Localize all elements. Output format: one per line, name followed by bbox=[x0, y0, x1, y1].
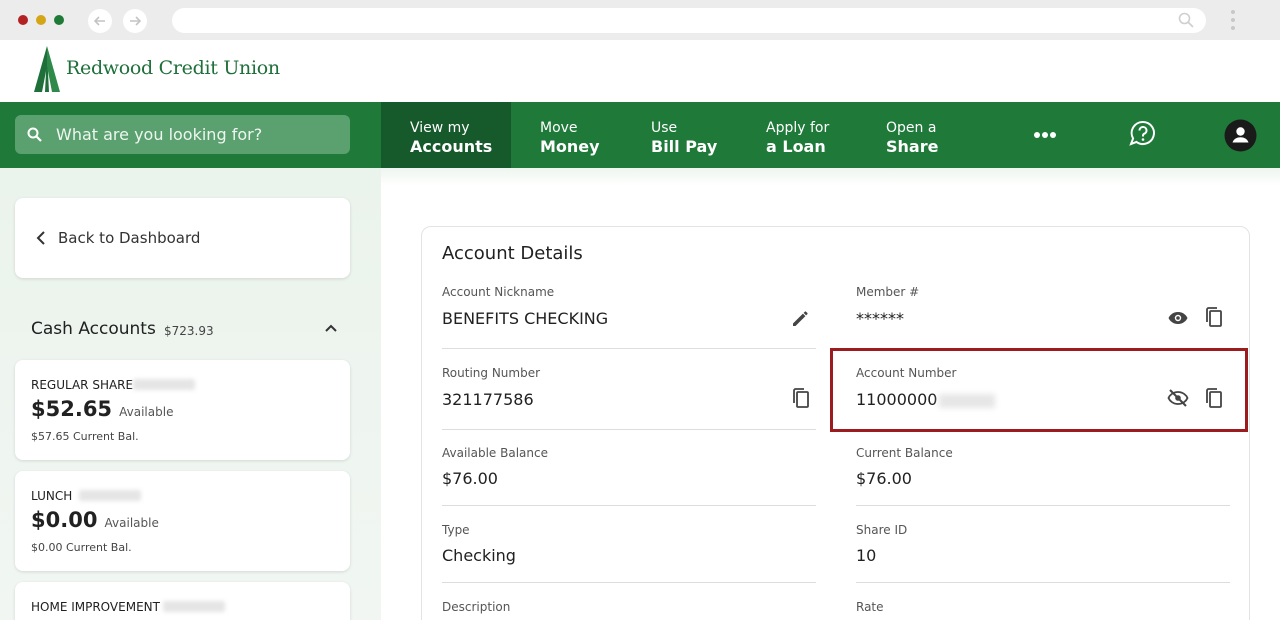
back-to-dashboard-button[interactable]: Back to Dashboard bbox=[15, 198, 350, 278]
account-name: HOME IMPROVEMENT bbox=[31, 600, 160, 614]
top-shadow bbox=[381, 168, 1280, 186]
chevron-left-icon bbox=[36, 231, 45, 245]
browser-back-button[interactable] bbox=[88, 9, 112, 33]
account-name: REGULAR SHARE bbox=[31, 378, 134, 392]
current-balance: $57.65 Current Bal. bbox=[31, 430, 139, 443]
window-close-button[interactable] bbox=[18, 15, 28, 25]
type-label: Type bbox=[442, 523, 470, 537]
edit-pencil-icon[interactable] bbox=[790, 307, 812, 329]
divider bbox=[442, 348, 816, 349]
nav-open-share-line1: Open a bbox=[886, 120, 937, 136]
available-balance: $52.65 Available bbox=[31, 397, 173, 421]
search-icon bbox=[27, 127, 42, 142]
divider bbox=[442, 505, 816, 506]
account-card-home-improvement[interactable]: HOME IMPROVEMENT bbox=[15, 582, 350, 620]
more-icon[interactable] bbox=[1034, 131, 1056, 139]
nav-apply-loan-line2: a Loan bbox=[766, 137, 826, 156]
chevron-up-icon[interactable] bbox=[324, 323, 338, 333]
profile-icon[interactable] bbox=[1224, 119, 1257, 152]
type-value: Checking bbox=[442, 546, 516, 565]
masked-account-number bbox=[79, 490, 141, 501]
copy-icon[interactable] bbox=[1203, 306, 1225, 328]
account-nickname-value: BENEFITS CHECKING bbox=[442, 309, 609, 328]
description-label: Description bbox=[442, 600, 511, 614]
account-number-highlight bbox=[830, 348, 1248, 432]
divider bbox=[442, 429, 816, 430]
nav-move-money-line1: Move bbox=[540, 120, 578, 136]
browser-forward-button[interactable] bbox=[123, 9, 147, 33]
nav-view-accounts-line2: Accounts bbox=[410, 137, 493, 156]
search-input[interactable] bbox=[56, 115, 341, 154]
nav-open-share[interactable]: Open a Share bbox=[886, 102, 938, 168]
account-details-title: Account Details bbox=[442, 243, 583, 264]
member-number-value: ****** bbox=[856, 309, 904, 328]
copy-icon[interactable] bbox=[790, 387, 812, 409]
divider bbox=[442, 582, 816, 583]
account-card-lunch[interactable]: LUNCH $0.00 Available $0.00 Current Bal. bbox=[15, 471, 350, 571]
main-nav: View my Accounts Move Money Use Bill Pay… bbox=[0, 102, 1280, 168]
available-amount: $0.00 bbox=[31, 508, 98, 532]
available-label: Available bbox=[104, 516, 159, 530]
routing-number-label: Routing Number bbox=[442, 366, 541, 380]
help-chat-icon[interactable] bbox=[1129, 120, 1157, 148]
nav-move-money-line2: Money bbox=[540, 137, 600, 156]
site-search[interactable] bbox=[15, 115, 350, 154]
account-nickname-label: Account Nickname bbox=[442, 285, 555, 299]
window-maximize-button[interactable] bbox=[54, 15, 64, 25]
cash-accounts-title: Cash Accounts bbox=[31, 319, 156, 339]
brand-name[interactable]: Redwood Credit Union bbox=[66, 57, 280, 79]
address-bar[interactable] bbox=[172, 8, 1206, 33]
masked-account-number bbox=[133, 379, 195, 390]
cash-accounts-total: $723.93 bbox=[164, 324, 214, 338]
nav-bill-pay[interactable]: Use Bill Pay bbox=[651, 102, 717, 168]
nav-apply-loan[interactable]: Apply for a Loan bbox=[766, 102, 829, 168]
nav-apply-loan-line1: Apply for bbox=[766, 120, 830, 136]
nav-move-money[interactable]: Move Money bbox=[540, 102, 600, 168]
site-header: Redwood Credit Union bbox=[0, 40, 1280, 102]
search-icon bbox=[1178, 12, 1194, 28]
nav-view-accounts[interactable]: View my Accounts bbox=[381, 102, 511, 168]
current-balance: $0.00 Current Bal. bbox=[31, 541, 132, 554]
share-id-value: 10 bbox=[856, 546, 877, 565]
available-amount: $52.65 bbox=[31, 397, 113, 421]
account-name: LUNCH bbox=[31, 489, 73, 503]
window-minimize-button[interactable] bbox=[36, 15, 46, 25]
routing-number-value: 321177586 bbox=[442, 390, 534, 409]
nav-view-accounts-line1: View my bbox=[410, 120, 470, 136]
accounts-sidebar: Back to Dashboard Cash Accounts $723.93 … bbox=[0, 168, 381, 620]
nav-open-share-line2: Share bbox=[886, 137, 939, 156]
back-to-dashboard-label: Back to Dashboard bbox=[58, 229, 201, 247]
current-balance-value: $76.00 bbox=[856, 469, 912, 488]
share-id-label: Share ID bbox=[856, 523, 908, 537]
available-balance-label: Available Balance bbox=[442, 446, 548, 460]
arrow-right-icon bbox=[130, 16, 142, 26]
masked-account-number bbox=[163, 601, 225, 612]
nav-bill-pay-line2: Bill Pay bbox=[651, 137, 718, 156]
divider bbox=[856, 505, 1230, 506]
account-card-regular-share[interactable]: REGULAR SHARE $52.65 Available $57.65 Cu… bbox=[15, 360, 350, 460]
member-number-label: Member # bbox=[856, 285, 920, 299]
rate-label: Rate bbox=[856, 600, 884, 614]
main-content: Account Details Account Nickname BENEFIT… bbox=[381, 168, 1280, 620]
available-balance: $0.00 Available bbox=[31, 508, 159, 532]
current-balance-label: Current Balance bbox=[856, 446, 953, 460]
divider bbox=[856, 582, 1230, 583]
available-label: Available bbox=[119, 405, 174, 419]
redwood-tree-logo-icon[interactable] bbox=[32, 46, 62, 92]
nav-bill-pay-line1: Use bbox=[651, 120, 678, 136]
arrow-left-icon bbox=[93, 16, 105, 26]
eye-icon[interactable] bbox=[1167, 307, 1189, 329]
available-balance-value: $76.00 bbox=[442, 469, 498, 488]
browser-chrome bbox=[0, 0, 1280, 40]
browser-menu-icon[interactable] bbox=[1230, 10, 1236, 32]
